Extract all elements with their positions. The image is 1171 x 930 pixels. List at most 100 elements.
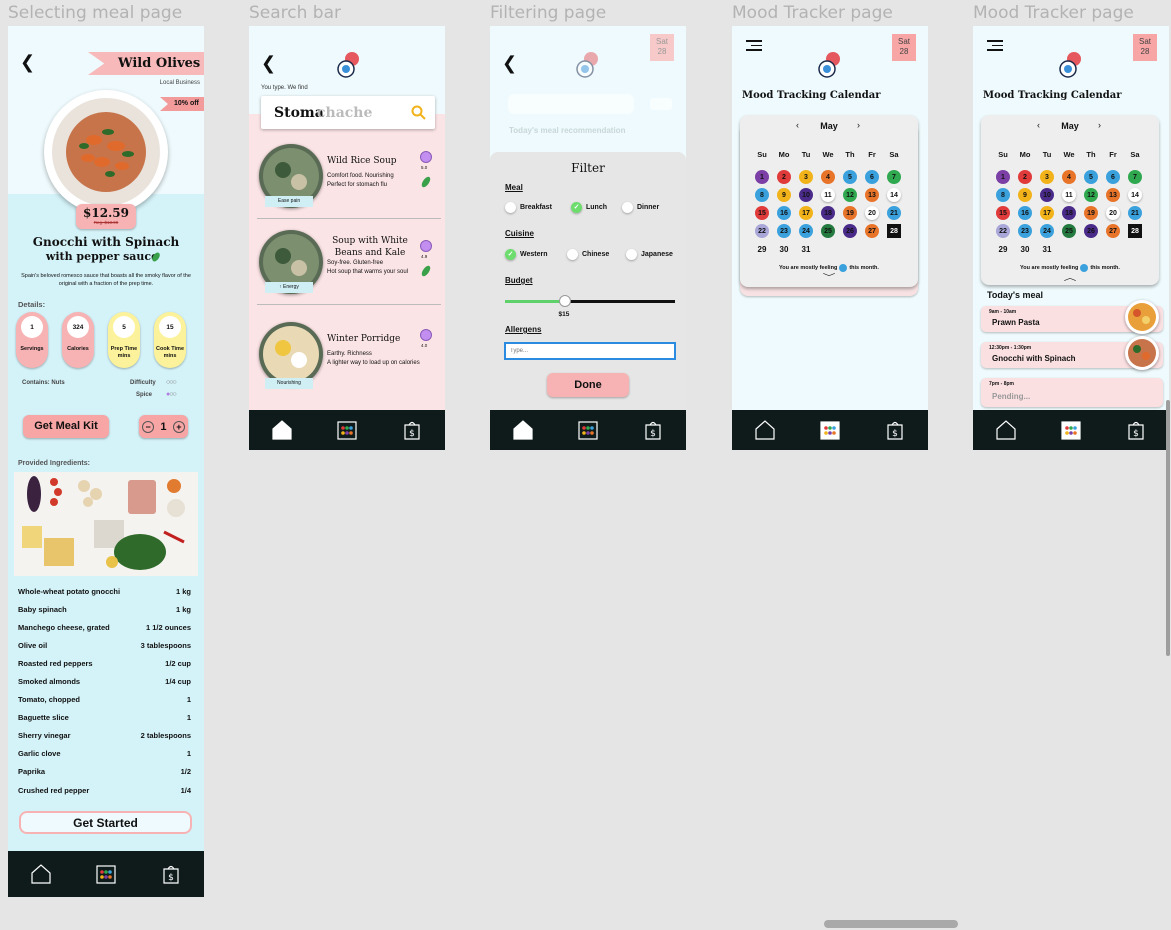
menu-icon[interactable] bbox=[746, 40, 762, 51]
calendar-day[interactable]: 30 bbox=[1018, 242, 1032, 256]
calendar-day[interactable]: 27 bbox=[1106, 224, 1120, 238]
calendar-day[interactable]: 19 bbox=[843, 206, 857, 220]
get-meal-kit-button[interactable]: Get Meal Kit bbox=[23, 415, 109, 438]
home-icon[interactable] bbox=[271, 419, 293, 441]
calendar-day[interactable]: 28 bbox=[887, 224, 901, 238]
calendar-icon[interactable] bbox=[336, 419, 358, 441]
calendar-day[interactable]: 13 bbox=[865, 188, 879, 202]
home-icon[interactable] bbox=[995, 419, 1017, 441]
calendar-day[interactable]: 14 bbox=[1128, 188, 1142, 202]
calendar-day[interactable]: 18 bbox=[821, 206, 835, 220]
calendar-day[interactable]: 21 bbox=[887, 206, 901, 220]
calendar-day[interactable]: 17 bbox=[799, 206, 813, 220]
calendar-icon[interactable] bbox=[95, 863, 117, 885]
menu-icon[interactable] bbox=[987, 40, 1003, 51]
calendar-day[interactable]: 27 bbox=[865, 224, 879, 238]
meal-option[interactable]: Breakfast bbox=[505, 202, 552, 213]
calendar-day[interactable]: 5 bbox=[1084, 170, 1098, 184]
radio-icon[interactable] bbox=[505, 202, 516, 213]
calendar-day[interactable]: 13 bbox=[1106, 188, 1120, 202]
calendar-day[interactable]: 7 bbox=[1128, 170, 1142, 184]
calendar-day[interactable]: 9 bbox=[777, 188, 791, 202]
calendar-day[interactable]: 29 bbox=[996, 242, 1010, 256]
cuisine-option[interactable]: ✓ Western bbox=[505, 249, 548, 260]
bag-icon[interactable]: $ bbox=[1125, 419, 1147, 441]
cuisine-option[interactable]: Chinese bbox=[567, 249, 609, 260]
calendar-day[interactable]: 29 bbox=[755, 242, 769, 256]
home-icon[interactable] bbox=[30, 863, 52, 885]
calendar-day[interactable]: 7 bbox=[887, 170, 901, 184]
calendar-day[interactable]: 8 bbox=[996, 188, 1010, 202]
calendar-day[interactable]: 19 bbox=[1084, 206, 1098, 220]
filter-icon[interactable] bbox=[650, 98, 672, 110]
radio-icon[interactable] bbox=[622, 202, 633, 213]
back-icon[interactable]: ❮ bbox=[261, 53, 276, 74]
decrease-button[interactable]: − bbox=[142, 420, 155, 433]
calendar-day[interactable]: 2 bbox=[1018, 170, 1032, 184]
calendar-day[interactable]: 4 bbox=[1062, 170, 1076, 184]
chevron-up-icon[interactable]: ︿ bbox=[973, 272, 1169, 283]
calendar-day[interactable]: 22 bbox=[755, 224, 769, 238]
radio-checked-icon[interactable]: ✓ bbox=[505, 249, 516, 260]
meal-card[interactable]: 9am - 10am Prawn Pasta bbox=[981, 300, 1163, 334]
meal-card[interactable]: 7pm - 8pm Pending... bbox=[981, 378, 1163, 407]
bag-icon[interactable]: $ bbox=[401, 419, 423, 441]
vertical-scrollbar[interactable] bbox=[1166, 400, 1170, 656]
calendar-day[interactable]: 21 bbox=[1128, 206, 1142, 220]
back-icon[interactable]: ❮ bbox=[20, 52, 35, 73]
allergens-input[interactable] bbox=[504, 342, 676, 360]
next-month-icon[interactable]: › bbox=[857, 120, 860, 130]
calendar-day[interactable]: 18 bbox=[1062, 206, 1076, 220]
calendar-day[interactable]: 16 bbox=[1018, 206, 1032, 220]
meal-option[interactable]: Dinner bbox=[622, 202, 659, 213]
done-button[interactable]: Done bbox=[547, 373, 629, 397]
calendar-day[interactable]: 3 bbox=[799, 170, 813, 184]
calendar-day[interactable]: 20 bbox=[865, 206, 879, 220]
meal-card[interactable]: 12:30pm - 1:30pm Gnocchi with Spinach bbox=[981, 336, 1163, 370]
calendar-day[interactable]: 9 bbox=[1018, 188, 1032, 202]
result-card[interactable]: Ease pain Wild Rice Soup Comfort food. Nou… bbox=[249, 138, 445, 222]
calendar-day[interactable]: 28 bbox=[1128, 224, 1142, 238]
quantity-stepper[interactable]: − 1 + bbox=[139, 415, 188, 438]
meal-option[interactable]: ✓ Lunch bbox=[571, 202, 607, 213]
search-input[interactable] bbox=[508, 94, 634, 114]
search-icon[interactable] bbox=[411, 105, 426, 120]
calendar-day[interactable]: 10 bbox=[1040, 188, 1054, 202]
search-input[interactable]: Stoma chache bbox=[261, 96, 435, 129]
calendar-day[interactable]: 12 bbox=[843, 188, 857, 202]
radio-icon[interactable] bbox=[626, 249, 637, 260]
calendar-day[interactable]: 11 bbox=[821, 188, 835, 202]
calendar-day[interactable]: 25 bbox=[1062, 224, 1076, 238]
calendar-day[interactable]: 1 bbox=[755, 170, 769, 184]
budget-slider[interactable] bbox=[505, 295, 675, 307]
horizontal-scrollbar[interactable] bbox=[824, 920, 958, 928]
calendar-icon[interactable] bbox=[1060, 419, 1082, 441]
calendar-day[interactable]: 6 bbox=[865, 170, 879, 184]
calendar-day[interactable]: 8 bbox=[755, 188, 769, 202]
calendar-day[interactable]: 23 bbox=[777, 224, 791, 238]
calendar-day[interactable]: 4 bbox=[821, 170, 835, 184]
calendar-day[interactable]: 14 bbox=[887, 188, 901, 202]
increase-button[interactable]: + bbox=[172, 420, 185, 433]
budget-slider-handle[interactable] bbox=[558, 295, 571, 307]
calendar-day[interactable]: 22 bbox=[996, 224, 1010, 238]
home-icon[interactable] bbox=[512, 419, 534, 441]
calendar-day[interactable]: 2 bbox=[777, 170, 791, 184]
calendar-day[interactable]: 3 bbox=[1040, 170, 1054, 184]
radio-checked-icon[interactable]: ✓ bbox=[571, 202, 582, 213]
calendar-day[interactable]: 23 bbox=[1018, 224, 1032, 238]
calendar-day[interactable]: 30 bbox=[777, 242, 791, 256]
chevron-down-icon[interactable]: ﹀ bbox=[732, 272, 928, 283]
calendar-day[interactable]: 25 bbox=[821, 224, 835, 238]
restaurant-name[interactable]: Wild Olives bbox=[118, 56, 200, 71]
result-card[interactable]: ↑ Energy Soup with White Beans and Kale So… bbox=[249, 224, 445, 308]
calendar-day[interactable]: 1 bbox=[996, 170, 1010, 184]
calendar-day[interactable]: 20 bbox=[1106, 206, 1120, 220]
calendar-day[interactable]: 16 bbox=[777, 206, 791, 220]
calendar-day[interactable]: 24 bbox=[799, 224, 813, 238]
calendar-day[interactable]: 17 bbox=[1040, 206, 1054, 220]
calendar-day[interactable]: 5 bbox=[843, 170, 857, 184]
calendar-icon[interactable] bbox=[819, 419, 841, 441]
calendar-day[interactable]: 12 bbox=[1084, 188, 1098, 202]
home-icon[interactable] bbox=[754, 419, 776, 441]
